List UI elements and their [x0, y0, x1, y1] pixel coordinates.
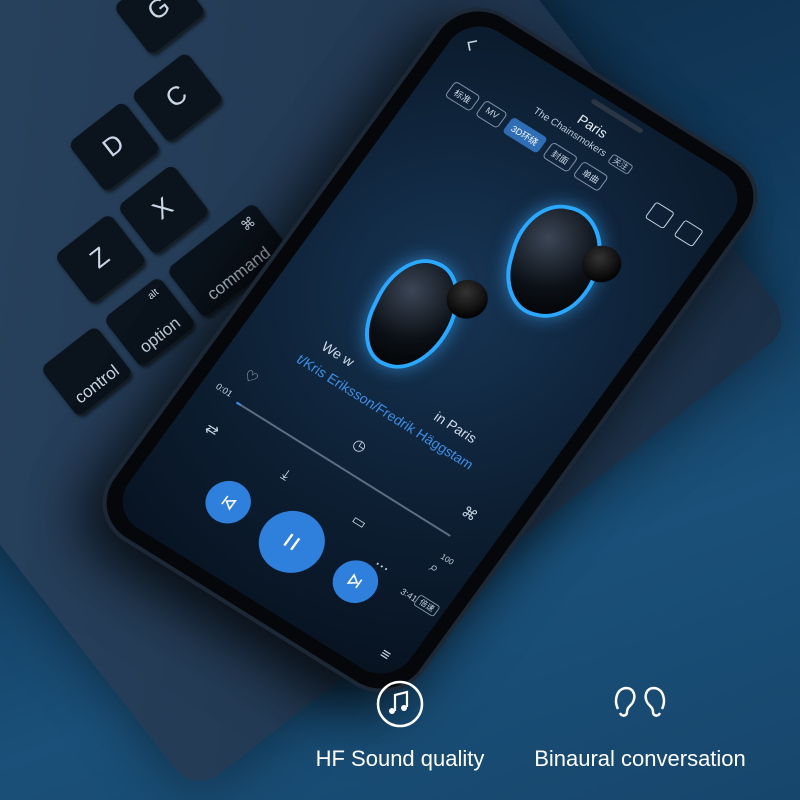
speed-button[interactable]: 倍速 — [412, 593, 441, 618]
comment-bubble-icon[interactable]: ▭ — [348, 511, 371, 532]
mode-icon[interactable]: ⇄ — [202, 419, 223, 440]
heart-icon[interactable]: ♡ — [240, 366, 262, 388]
download-icon[interactable]: ⤓ — [277, 466, 294, 484]
pause-button[interactable] — [245, 499, 338, 585]
key-label: control — [70, 361, 123, 408]
chip-cover[interactable]: 封面 — [541, 141, 579, 173]
artist-line: The Chainsmokers 关注 — [438, 48, 726, 233]
search-icon[interactable]: ⌕ — [425, 559, 443, 578]
key-label: option — [135, 313, 185, 357]
chip-standard[interactable]: 标准 — [444, 80, 482, 112]
game-icon[interactable]: ⌘ — [458, 503, 481, 525]
time-elapsed: 0:01 — [213, 381, 235, 399]
key-label: D — [96, 127, 130, 163]
feature-sound-quality: HF Sound quality — [300, 680, 500, 772]
chip-mv[interactable]: MV — [474, 99, 508, 129]
key-label: C — [159, 77, 193, 114]
pause-icon — [283, 533, 301, 551]
ears-icon — [515, 680, 765, 728]
chip-single[interactable]: 单曲 — [572, 160, 610, 192]
previous-button[interactable] — [196, 472, 260, 532]
key-label: G — [140, 0, 176, 26]
progress-fill — [235, 401, 242, 406]
key-label: X — [145, 190, 179, 225]
key-label: Z — [83, 240, 115, 274]
previous-icon — [221, 495, 237, 511]
comment-icon[interactable] — [644, 201, 676, 230]
music-note-icon — [300, 680, 500, 728]
next-icon — [346, 573, 363, 589]
feature-label: HF Sound quality — [315, 746, 485, 771]
earbud-tip — [577, 241, 626, 287]
speed-icon[interactable]: ◷ — [349, 435, 371, 456]
chip-3d[interactable]: 3D环绕 — [501, 116, 549, 154]
earbud-tip — [439, 273, 495, 325]
feature-binaural: Binaural conversation — [515, 680, 765, 772]
key-g[interactable]: G — [112, 0, 208, 58]
song-title: Paris — [574, 111, 611, 142]
earbud-right — [500, 200, 626, 323]
playlist-icon[interactable]: ≡ — [376, 646, 394, 666]
alt-symbol: alt — [145, 286, 161, 303]
command-symbol: ⌘ — [237, 213, 259, 235]
feature-label: Binaural conversation — [534, 746, 746, 771]
earbud-left — [355, 251, 495, 378]
share-icon[interactable] — [673, 219, 704, 248]
